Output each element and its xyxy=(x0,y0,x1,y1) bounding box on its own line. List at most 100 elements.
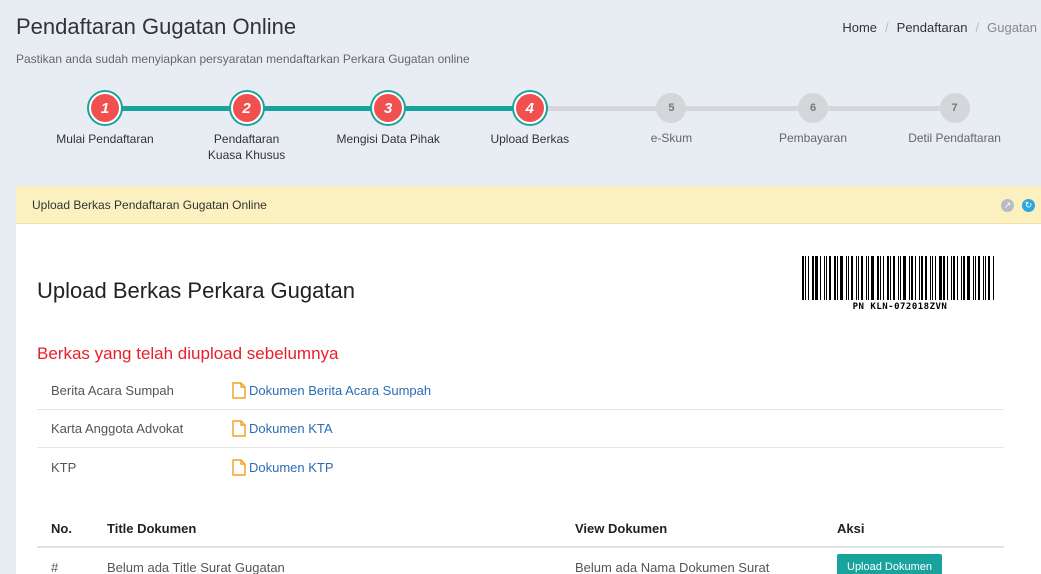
table-row: # Belum ada Title Surat Gugatan Belum ad… xyxy=(37,548,1004,574)
document-label: KTP xyxy=(51,459,77,475)
barcode-bar xyxy=(883,256,884,300)
list-item: KTP Dokumen KTP xyxy=(37,448,1004,486)
barcode-bar xyxy=(840,256,843,300)
collapse-icon[interactable]: ↗ xyxy=(1001,199,1014,212)
barcode-bar xyxy=(858,256,859,300)
barcode-bar xyxy=(961,256,962,300)
barcode-bars xyxy=(802,256,998,300)
uploaded-section-title: Berkas yang telah diupload sebelumnya xyxy=(37,344,339,363)
barcode-bar xyxy=(880,256,881,300)
wizard-step-label: Mulai Pendaftaran xyxy=(56,132,154,146)
barcode-bar xyxy=(877,256,879,300)
document-link-text: Dokumen KTP xyxy=(249,459,334,475)
breadcrumb-separator: / xyxy=(975,20,980,35)
breadcrumb-separator: / xyxy=(885,20,889,35)
wizard-steps: 1 Mulai Pendaftaran 2 Pendaftaran Kuasa Khu… xyxy=(16,84,1041,180)
barcode-text: PN KLN-072018ZVN xyxy=(852,302,948,312)
barcode-bar xyxy=(900,256,901,300)
upload-panel: Upload Berkas Pendaftaran Gugatan Online… xyxy=(16,186,1041,574)
barcode-bar xyxy=(903,256,906,300)
barcode-bar xyxy=(808,256,809,300)
barcode-bar xyxy=(947,256,948,300)
wizard-step-label: Pembayaran xyxy=(778,131,848,145)
table-header: No. Title Dokumen View Dokumen Aksi xyxy=(37,510,1004,548)
row-no: # xyxy=(51,559,59,574)
document-link[interactable]: Dokumen Berita Acara Sumpah xyxy=(232,382,431,399)
breadcrumb-home[interactable]: Home xyxy=(842,20,877,35)
barcode-bar xyxy=(802,256,804,300)
wizard-step: 4 Upload Berkas xyxy=(455,84,605,147)
barcode-bar xyxy=(935,256,936,300)
document-label: Karta Anggota Advokat xyxy=(51,421,184,436)
header-aksi: Aksi xyxy=(837,520,865,536)
list-item: Karta Anggota Advokat Dokumen KTA xyxy=(37,410,1004,448)
breadcrumb-pendaftaran[interactable]: Pendaftaran xyxy=(897,20,968,35)
document-link[interactable]: Dokumen KTP xyxy=(232,458,334,476)
wizard-step-label: e-Skum xyxy=(650,131,693,145)
barcode-bar xyxy=(939,256,942,300)
barcode-bar xyxy=(815,256,818,300)
wizard-step-number: 7 xyxy=(939,93,970,123)
wizard-step-label: Mengisi Data Pihak xyxy=(336,132,440,146)
barcode-bar xyxy=(930,256,931,300)
barcode-bar xyxy=(951,256,952,300)
file-icon xyxy=(232,420,246,437)
barcode-bar xyxy=(925,256,927,300)
wizard-step: 3 Mengisi Data Pihak xyxy=(313,84,463,147)
barcode-bar xyxy=(834,256,836,300)
barcode-bar xyxy=(978,256,980,300)
panel-heading: Upload Berkas Pendaftaran Gugatan Online xyxy=(32,197,267,212)
barcode-bar xyxy=(829,256,831,300)
barcode-bar xyxy=(893,256,895,300)
barcode-bar xyxy=(824,256,825,300)
wizard-step-label: Upload Berkas xyxy=(490,132,570,146)
barcode-bar xyxy=(887,256,889,300)
barcode-bar xyxy=(915,256,916,300)
list-item: Berita Acara Sumpah Dokumen Berita Acara … xyxy=(37,372,1004,410)
document-label: Berita Acara Sumpah xyxy=(51,383,174,398)
barcode-bar xyxy=(866,256,867,300)
barcode-bar xyxy=(957,256,958,300)
barcode-bar xyxy=(856,256,857,300)
barcode-bar xyxy=(861,256,863,300)
file-icon xyxy=(232,382,246,399)
barcode-bar xyxy=(846,256,847,300)
barcode-bar xyxy=(826,256,827,300)
barcode-bar xyxy=(943,256,945,300)
barcode-bar xyxy=(932,256,933,300)
barcode-bar xyxy=(993,256,994,300)
barcode-bar xyxy=(868,256,869,300)
barcode-bar xyxy=(820,256,821,300)
barcode-bar xyxy=(967,256,970,300)
barcode-bar xyxy=(909,256,910,300)
barcode-bar xyxy=(919,256,920,300)
barcode-bar xyxy=(963,256,965,300)
barcode-bar xyxy=(911,256,913,300)
documents-table: No. Title Dokumen View Dokumen Aksi # Be… xyxy=(37,510,1004,574)
wizard-step-number: 4 xyxy=(513,92,546,124)
file-icon xyxy=(232,458,246,476)
row-view: Belum ada Nama Dokumen Surat xyxy=(575,559,770,574)
page-subtitle: Pastikan anda sudah menyiapkan persyarat… xyxy=(16,52,470,66)
uploaded-documents-list: Berita Acara Sumpah Dokumen Berita Acara … xyxy=(37,372,1004,486)
barcode-bar xyxy=(898,256,899,300)
barcode-bar xyxy=(921,256,923,300)
wizard-step-number: 3 xyxy=(372,92,405,124)
barcode-bar xyxy=(890,256,891,300)
breadcrumb: Home / Pendaftaran / Gugatan xyxy=(842,20,1037,35)
upload-document-button[interactable]: Upload Dokumen xyxy=(837,554,942,574)
document-link-text: Dokumen KTA xyxy=(249,421,333,436)
refresh-icon[interactable]: ↻ xyxy=(1022,199,1035,212)
wizard-step-label: Pendaftaran Kuasa Khusus xyxy=(207,132,286,162)
wizard-step-number: 6 xyxy=(798,93,828,123)
wizard-step: 7 Detil Pendaftaran xyxy=(880,84,1030,146)
page: Pendaftaran Gugatan Online Pastikan anda… xyxy=(0,0,1041,574)
header-no: No. xyxy=(51,520,72,536)
barcode-bar xyxy=(848,256,849,300)
header-title: Title Dokumen xyxy=(107,520,197,536)
wizard-step-number: 5 xyxy=(656,93,687,123)
barcode-bar xyxy=(953,256,955,300)
document-link[interactable]: Dokumen KTA xyxy=(232,420,333,437)
upload-title: Upload Berkas Perkara Gugatan xyxy=(37,278,355,303)
wizard-step: 2 Pendaftaran Kuasa Khusus xyxy=(172,84,322,163)
